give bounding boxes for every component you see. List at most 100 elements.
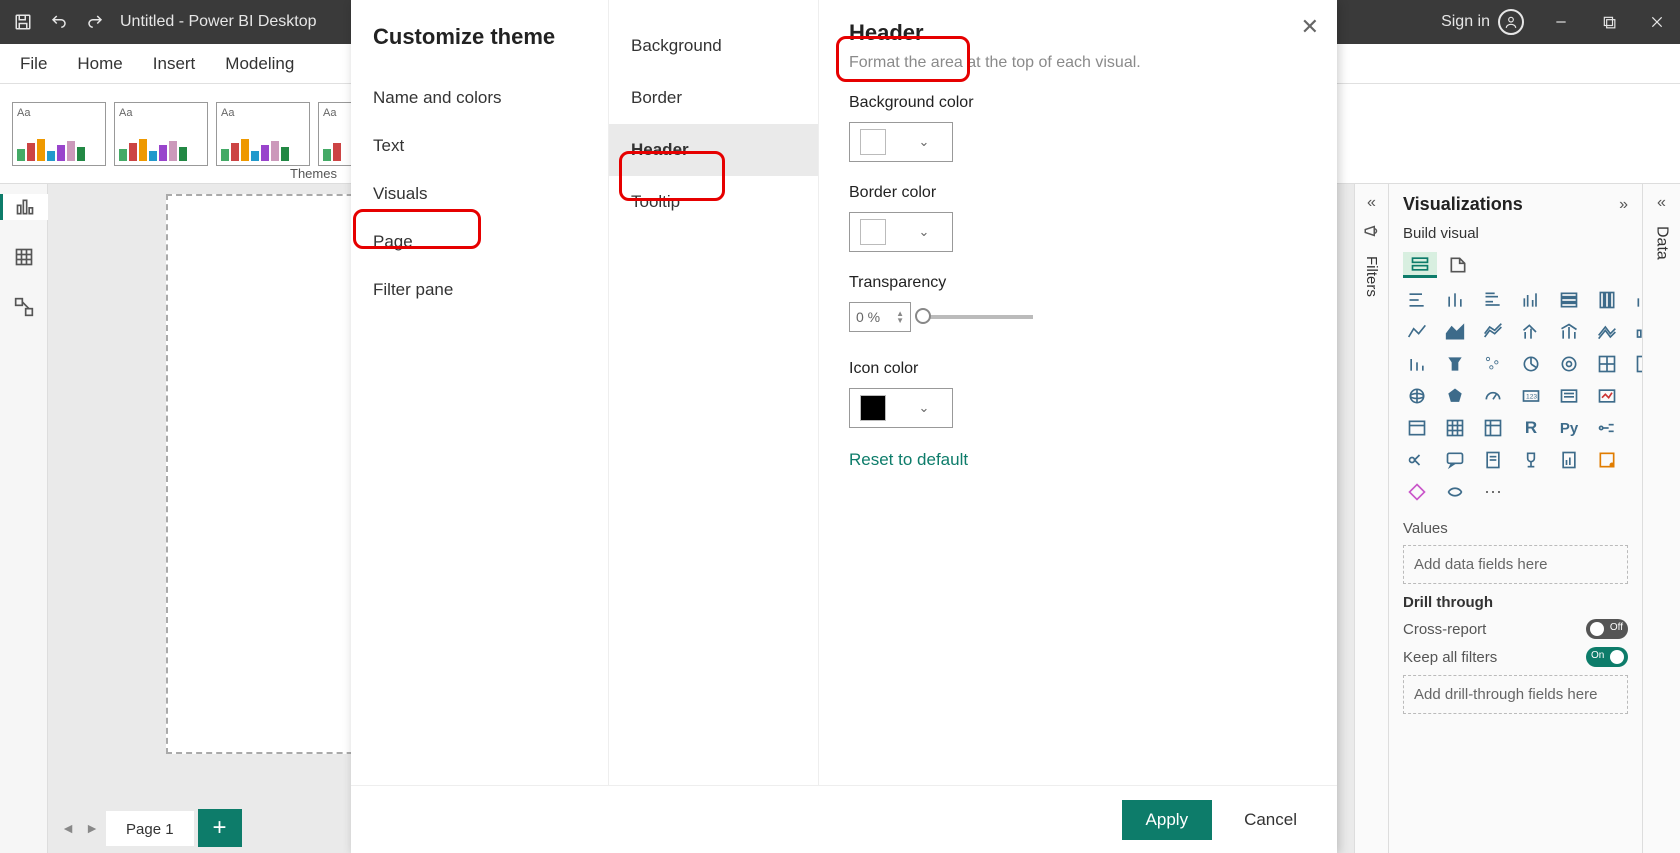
clustered-bar-icon[interactable] — [1479, 288, 1507, 312]
stacked-area-icon[interactable] — [1479, 320, 1507, 344]
paginated-icon[interactable] — [1479, 448, 1507, 472]
qa-icon[interactable] — [1403, 448, 1431, 472]
transparency-slider[interactable] — [923, 315, 1033, 319]
bg-color-picker[interactable]: ⌄ — [849, 122, 953, 162]
undo-icon[interactable] — [48, 11, 70, 33]
model-view-icon[interactable] — [11, 294, 37, 320]
matrix-icon[interactable] — [1441, 416, 1469, 440]
report-view-icon[interactable] — [0, 194, 48, 220]
pie-icon[interactable] — [1479, 352, 1507, 376]
funnel-icon[interactable] — [1403, 352, 1431, 376]
hundred-column-icon[interactable] — [1593, 288, 1621, 312]
gauge-icon[interactable] — [1479, 384, 1507, 408]
sub-header[interactable]: Header — [609, 124, 818, 176]
data-view-icon[interactable] — [11, 244, 37, 270]
card-icon[interactable]: 123 — [1517, 384, 1545, 408]
cat-visuals[interactable]: Visuals — [351, 170, 608, 218]
treemap-icon[interactable] — [1555, 352, 1583, 376]
spinner-icon[interactable]: ▲▼ — [896, 310, 904, 324]
dialog-subcategories: Background Border Header Tooltip — [609, 0, 819, 785]
shape-map-icon[interactable] — [1441, 384, 1469, 408]
filters-pane-collapsed[interactable]: « Filters — [1354, 184, 1388, 853]
slicer-icon[interactable] — [1631, 384, 1642, 408]
filled-map-icon[interactable] — [1631, 352, 1642, 376]
page-tab[interactable]: Page 1 — [106, 811, 194, 846]
format-visual-tab-icon[interactable] — [1441, 252, 1475, 278]
stacked-bar-icon[interactable] — [1403, 288, 1431, 312]
multi-card-icon[interactable] — [1555, 384, 1583, 408]
build-visual-tab-icon[interactable] — [1403, 252, 1437, 278]
cat-text[interactable]: Text — [351, 122, 608, 170]
ribbon-chart-icon[interactable] — [1593, 320, 1621, 344]
reset-link[interactable]: Reset to default — [849, 450, 1307, 470]
dialog-close-icon[interactable]: ✕ — [1301, 14, 1319, 40]
power-automate-icon[interactable] — [1593, 448, 1621, 472]
r-visual-icon[interactable]: R — [1517, 416, 1545, 440]
tab-insert[interactable]: Insert — [153, 54, 196, 74]
goals-icon[interactable] — [1517, 448, 1545, 472]
theme-thumb[interactable]: Aa — [12, 102, 106, 166]
hundred-bar-icon[interactable] — [1555, 288, 1583, 312]
key-influencers-icon[interactable] — [1593, 416, 1621, 440]
maximize-icon[interactable] — [1598, 11, 1620, 33]
apply-button[interactable]: Apply — [1122, 800, 1213, 840]
matrix2-icon[interactable] — [1479, 416, 1507, 440]
redo-icon[interactable] — [84, 11, 106, 33]
power-apps-icon[interactable] — [1555, 448, 1583, 472]
decomposition-icon[interactable] — [1631, 416, 1642, 440]
window-title: Untitled - Power BI Desktop — [120, 13, 317, 31]
stacked-column-icon[interactable] — [1441, 288, 1469, 312]
table-icon[interactable] — [1403, 416, 1431, 440]
tab-file[interactable]: File — [20, 54, 47, 74]
transparency-input[interactable]: 0 %▲▼ — [849, 302, 911, 332]
clustered-column-icon[interactable] — [1517, 288, 1545, 312]
cross-report-toggle[interactable]: Off — [1586, 619, 1628, 639]
tab-home[interactable]: Home — [77, 54, 122, 74]
theme-thumb[interactable]: Aa — [114, 102, 208, 166]
kpi-icon[interactable] — [1593, 384, 1621, 408]
custom-visual-icon[interactable] — [1403, 480, 1431, 504]
get-visuals-icon[interactable] — [1441, 480, 1469, 504]
line-chart-icon[interactable] — [1403, 320, 1431, 344]
customize-theme-dialog: Customize theme Name and colors Text Vis… — [351, 0, 1337, 853]
cat-filter-pane[interactable]: Filter pane — [351, 266, 608, 314]
save-icon[interactable] — [12, 11, 34, 33]
line-column-icon[interactable] — [1631, 288, 1642, 312]
cat-page[interactable]: Page — [351, 218, 608, 266]
minimize-icon[interactable] — [1550, 11, 1572, 33]
globe-icon[interactable] — [1403, 384, 1431, 408]
cancel-button[interactable]: Cancel — [1244, 810, 1297, 830]
area-chart-icon[interactable] — [1441, 320, 1469, 344]
sub-border[interactable]: Border — [609, 72, 818, 124]
sub-tooltip[interactable]: Tooltip — [609, 176, 818, 228]
narrative-icon[interactable] — [1441, 448, 1469, 472]
sub-background[interactable]: Background — [609, 20, 818, 72]
icon-color-swatch — [860, 395, 886, 421]
scatter-icon[interactable] — [1441, 352, 1469, 376]
more-visuals-icon[interactable]: ⋯ — [1479, 480, 1507, 504]
page-next-icon[interactable]: ► — [82, 820, 102, 836]
data-pane-collapsed[interactable]: « Data — [1642, 184, 1680, 853]
tab-modeling[interactable]: Modeling — [225, 54, 294, 74]
icon-color-picker[interactable]: ⌄ — [849, 388, 953, 428]
values-drop[interactable]: Add data fields here — [1403, 545, 1628, 584]
page-prev-icon[interactable]: ◄ — [58, 820, 78, 836]
blank-icon[interactable] — [1631, 448, 1642, 472]
line-clustered-icon[interactable] — [1517, 320, 1545, 344]
slider-thumb[interactable] — [915, 308, 931, 324]
drill-drop[interactable]: Add drill-through fields here — [1403, 675, 1628, 714]
line-stacked-icon[interactable] — [1555, 320, 1583, 344]
signin-button[interactable]: Sign in — [1441, 9, 1524, 35]
keep-filters-toggle[interactable]: On — [1586, 647, 1628, 667]
add-page-button[interactable]: + — [198, 809, 242, 847]
map-icon[interactable] — [1593, 352, 1621, 376]
megaphone-icon — [1363, 222, 1381, 240]
py-visual-icon[interactable]: Py — [1555, 416, 1583, 440]
close-icon[interactable] — [1646, 11, 1668, 33]
waterfall-icon[interactable] — [1631, 320, 1642, 344]
expand-icon[interactable]: » — [1619, 196, 1628, 214]
theme-thumb[interactable]: Aa — [216, 102, 310, 166]
cat-name-colors[interactable]: Name and colors — [351, 74, 608, 122]
donut-icon[interactable] — [1517, 352, 1545, 376]
border-color-picker[interactable]: ⌄ — [849, 212, 953, 252]
